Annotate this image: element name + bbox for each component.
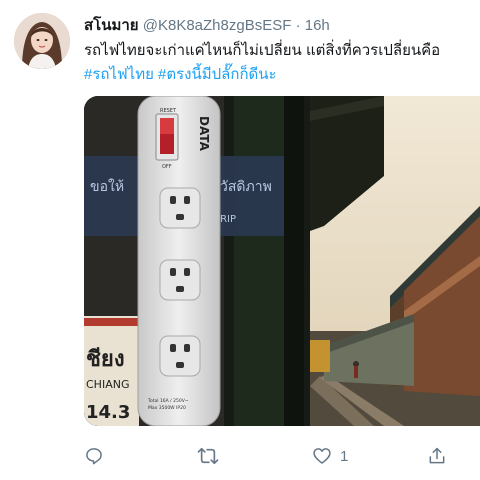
- avatar-image: [14, 13, 70, 69]
- reply-button[interactable]: [84, 443, 104, 469]
- separator-dot: ·: [295, 17, 301, 34]
- tweet-card[interactable]: สโนมาย @K8K8aZh8zgBsESF · 16h รถไฟไทยจะเ…: [0, 0, 480, 480]
- power-strip: RESET OFF DATA Total 16A / 250V~ Max 350…: [137, 96, 221, 426]
- hashtag-link[interactable]: #รถไฟไทย: [84, 66, 154, 83]
- heart-icon: [313, 448, 331, 464]
- train-station-photo: ขอให้ วัสดิภาพ TRIP ชียง CHIANG 14.3 RES…: [84, 96, 480, 426]
- switch-label: OFF: [162, 164, 172, 170]
- tweet-media-photo[interactable]: ขอให้ วัสดิภาพ TRIP ชียง CHIANG 14.3 RES…: [84, 96, 480, 426]
- like-count: 1: [340, 447, 349, 465]
- board-text: CHIANG: [86, 378, 129, 391]
- retweet-button[interactable]: [197, 443, 219, 469]
- socket: [159, 259, 201, 301]
- board-text: ชียง: [86, 347, 125, 372]
- share-icon: [429, 447, 445, 464]
- sign-text: ขอให้: [90, 178, 124, 195]
- tweet-timestamp[interactable]: 16h: [305, 17, 330, 34]
- avatar[interactable]: [14, 13, 70, 69]
- rating-text: Total 16A / 250V~: [147, 398, 189, 404]
- share-button[interactable]: [427, 443, 447, 469]
- hashtag-line: #รถไฟไทย #ตรงนี้มีปลั๊กก็ดีนะ: [84, 63, 277, 87]
- switch-label: RESET: [160, 108, 177, 114]
- retweet-icon: [197, 447, 219, 465]
- reply-icon: [86, 448, 102, 465]
- brand-logo: DATA: [197, 116, 211, 152]
- tweet-actions: 1: [84, 443, 464, 469]
- author-handle[interactable]: @K8K8aZh8zgBsESF: [143, 17, 292, 34]
- like-button[interactable]: 1: [312, 443, 348, 469]
- tweet-header: สโนมาย @K8K8aZh8zgBsESF · 16h: [84, 13, 330, 35]
- tweet-text: รถไฟไทยจะเก่าแค่ไหนก็ไม่เปลี่ยน แต่สิ่งท…: [84, 42, 441, 59]
- board-text: 14.3: [86, 402, 130, 423]
- rating-text: Max 3500W IP20: [148, 405, 186, 411]
- sign-text: วัสดิภาพ: [220, 179, 272, 195]
- hashtag-link[interactable]: #ตรงนี้มีปลั๊กก็ดีนะ: [158, 66, 277, 83]
- socket: [159, 335, 201, 377]
- author-name[interactable]: สโนมาย: [84, 17, 139, 34]
- socket: [159, 187, 201, 229]
